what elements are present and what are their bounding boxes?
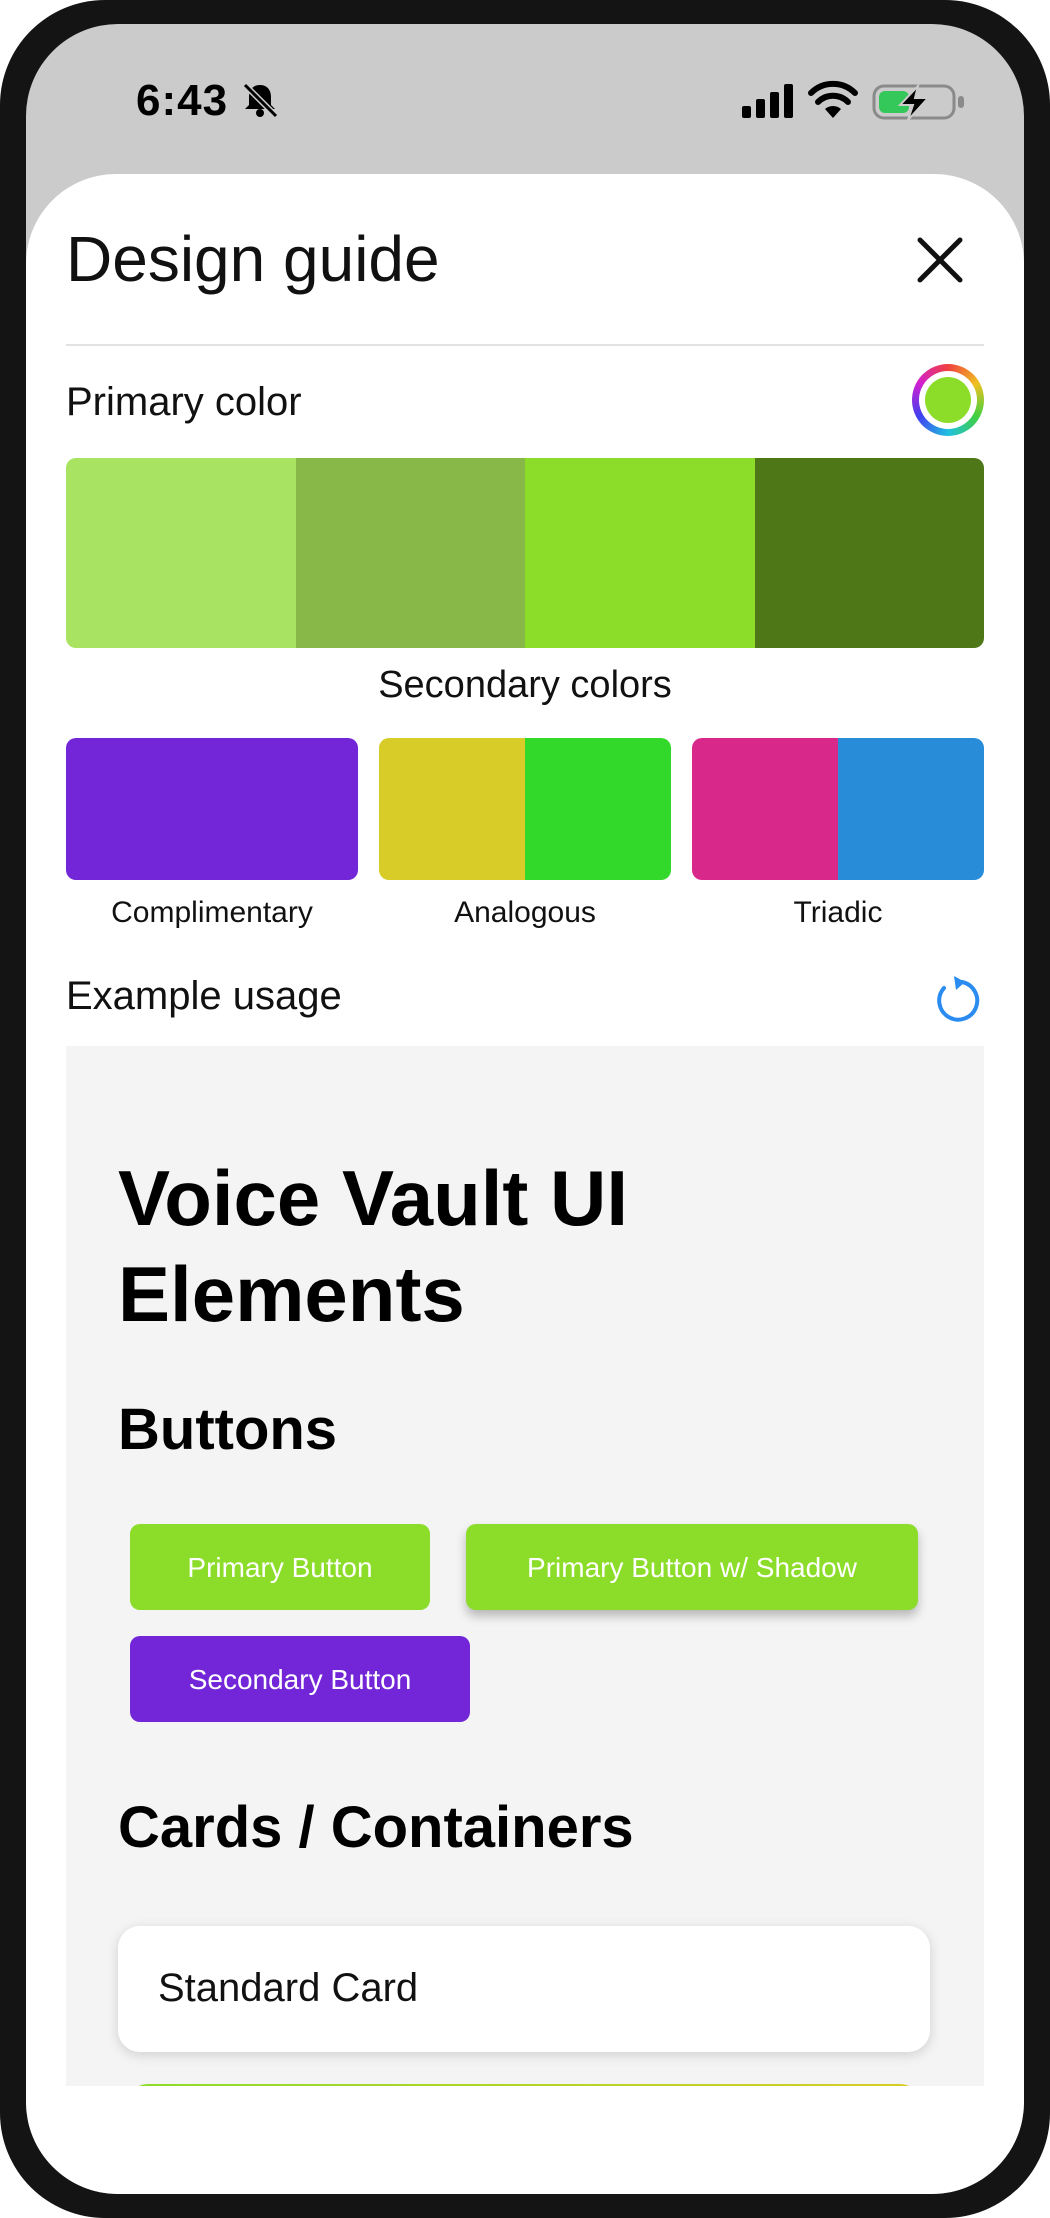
bell-slash-icon — [242, 82, 279, 119]
analogous-swatch[interactable] — [379, 738, 671, 880]
primary-button[interactable]: Primary Button — [130, 1524, 430, 1610]
primary-shade-3[interactable] — [525, 458, 755, 648]
buttons-heading: Buttons — [118, 1397, 338, 1462]
standard-card-label: Standard Card — [158, 1966, 419, 2010]
page-title: Design guide — [66, 223, 440, 295]
example-heading: Voice Vault UI Elements — [118, 1154, 629, 1338]
close-icon[interactable] — [910, 230, 970, 290]
complimentary-color-1 — [66, 738, 358, 880]
triadic-color-2 — [838, 738, 984, 880]
secondary-button[interactable]: Secondary Button — [130, 1636, 470, 1722]
design-guide-sheet: Design guide Primary color Secondary col… — [26, 174, 1024, 2194]
triadic-label: Triadic — [793, 896, 883, 929]
primary-shade-2[interactable] — [295, 458, 525, 648]
complimentary-label: Complimentary — [111, 896, 313, 929]
cards-heading: Cards / Containers — [118, 1795, 634, 1860]
picker-current-color — [925, 377, 971, 423]
wifi-icon — [808, 80, 858, 118]
screen: 6:43 Design guide Primary color Secondar… — [26, 24, 1024, 2194]
device-frame: 6:43 Design guide Primary color Secondar… — [0, 0, 1050, 2218]
primary-shades — [66, 458, 984, 648]
signal-icon — [742, 84, 793, 118]
primary-color-label: Primary color — [66, 380, 302, 424]
analogous-label: Analogous — [454, 896, 596, 929]
example-usage-label: Example usage — [66, 974, 342, 1018]
refresh-icon[interactable] — [932, 974, 982, 1024]
secondary-colors-label: Secondary colors — [378, 664, 672, 706]
complimentary-swatch[interactable] — [66, 738, 358, 880]
gradient-card — [126, 2084, 922, 2086]
standard-card: Standard Card — [118, 1926, 930, 2052]
example-preview: Voice Vault UI Elements Buttons Primary … — [66, 1046, 984, 2086]
primary-shade-4[interactable] — [754, 458, 984, 648]
battery-charging-icon — [872, 82, 964, 121]
analogous-color-1 — [379, 738, 525, 880]
triadic-color-1 — [692, 738, 838, 880]
triadic-swatch[interactable] — [692, 738, 984, 880]
analogous-color-2 — [525, 738, 671, 880]
primary-shade-1[interactable] — [66, 458, 296, 648]
status-time: 6:43 — [136, 76, 229, 125]
primary-shadow-button[interactable]: Primary Button w/ Shadow — [466, 1524, 918, 1610]
status-bar: 6:43 — [26, 24, 1024, 174]
title-divider — [66, 344, 984, 346]
color-picker-button[interactable] — [912, 364, 984, 436]
